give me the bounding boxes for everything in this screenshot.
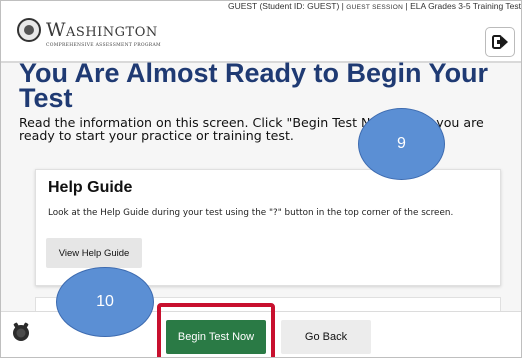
header: Washington Comprehensive Assessment Prog… (1, 1, 521, 63)
help-guide-title: Help Guide (48, 179, 133, 196)
session-user: GUEST (Student ID: GUEST) (227, 1, 340, 11)
logo-subtitle: Comprehensive Assessment Program (46, 43, 161, 48)
view-help-guide-button[interactable]: View Help Guide (46, 238, 142, 268)
session-separator: | (341, 1, 344, 11)
session-separator: | (405, 1, 408, 11)
logout-icon (492, 35, 508, 49)
session-info: GUEST (Student ID: GUEST) | GUEST SESSIO… (228, 1, 521, 11)
callout-10: 10 (56, 267, 154, 337)
page-title: You Are Almost Ready to Begin Your Test (19, 58, 489, 113)
test-window: Washington Comprehensive Assessment Prog… (0, 0, 522, 358)
state-seal-logo (17, 18, 41, 42)
help-guide-text: Look at the Help Guide during your test … (48, 208, 454, 218)
begin-button-highlight (157, 303, 275, 357)
go-back-button[interactable]: Go Back (281, 320, 371, 354)
pause-timer-icon[interactable] (10, 321, 32, 343)
callout-9: 9 (358, 108, 445, 180)
logo-title: Washington (46, 19, 158, 41)
test-name: ELA Grades 3-5 Training Test (410, 1, 521, 11)
logout-button[interactable] (485, 27, 515, 57)
session-label: GUEST SESSION (346, 4, 404, 11)
